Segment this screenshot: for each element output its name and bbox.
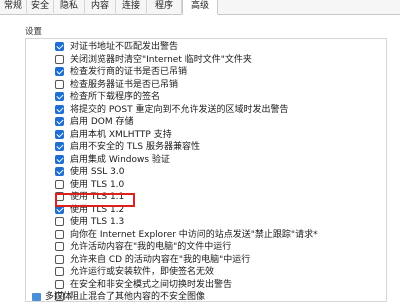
setting-item[interactable]: 启用不安全的 TLS 服务器兼容性 — [55, 141, 200, 153]
setting-item[interactable]: 向你在 Internet Explorer 中访问的站点发送"禁止跟踪"请求* — [55, 229, 318, 241]
setting-label: 启用本机 XMLHTTP 支持 — [70, 129, 172, 140]
checkbox-checked[interactable] — [55, 42, 64, 51]
setting-label: 启用不安全的 TLS 服务器兼容性 — [70, 142, 200, 152]
tab-bar: 常规 安全 隐私 内容 连接 程序 高级 — [0, 0, 400, 15]
checkbox-unchecked[interactable] — [55, 254, 64, 264]
folder-icon — [32, 292, 41, 301]
setting-label: 在安全和非安全模式之间切换时发出警告 — [70, 279, 233, 290]
setting-item[interactable]: 在安全和非安全模式之间切换时发出警告 — [55, 279, 233, 291]
checkbox-unchecked[interactable] — [55, 179, 64, 189]
setting-item[interactable]: 将提交的 POST 重定向到不允许发送的区域时发出警告 — [55, 104, 289, 116]
setting-label: 检查所下载程序的签名 — [70, 92, 161, 102]
settings-label: 设置 — [25, 27, 43, 37]
folder-label: 多媒体 — [45, 292, 73, 302]
tab-security[interactable]: 安全 — [27, 0, 54, 13]
checkbox-checked[interactable] — [55, 117, 64, 126]
checkbox-checked[interactable] — [55, 92, 64, 101]
setting-item[interactable]: 对证书地址不匹配发出警告 — [55, 41, 179, 53]
setting-item[interactable]: 允许活动内容在"我的电脑"的文件中运行 — [55, 241, 232, 253]
tab-general[interactable]: 常规 — [0, 0, 27, 13]
tab-advanced[interactable]: 高级 — [182, 0, 218, 15]
highlight-box — [55, 193, 135, 207]
setting-item[interactable]: 允许运行或安装软件，即使签名无效 — [55, 266, 215, 278]
setting-label: 允许来自 CD 的活动内容在"我的电脑"中运行 — [70, 254, 251, 265]
setting-label: 启用集成 Windows 验证 — [70, 154, 170, 165]
setting-label: 使用 TLS 1.0 — [70, 179, 125, 190]
setting-item[interactable]: 使用 TLS 1.3 — [55, 216, 125, 228]
checkbox-unchecked[interactable] — [55, 242, 64, 251]
setting-item[interactable]: 使用 SSL 3.0 — [55, 166, 125, 178]
setting-item[interactable]: 阻止混合了其他内容的不安全图像 — [55, 291, 206, 303]
setting-label: 关闭浏览器时清空"Internet 临时文件"文件夹 — [70, 54, 252, 65]
checkbox-checked[interactable] — [55, 167, 64, 176]
setting-item[interactable]: 检查发行商的证书是否已吊销 — [55, 66, 188, 78]
checkbox-unchecked[interactable] — [55, 267, 64, 276]
setting-label: 向你在 Internet Explorer 中访问的站点发送"禁止跟踪"请求* — [70, 229, 318, 240]
checkbox-checked[interactable] — [55, 154, 64, 164]
setting-item[interactable]: 启用本机 XMLHTTP 支持 — [55, 129, 172, 141]
checkbox-checked[interactable] — [55, 142, 64, 151]
setting-label: 使用 TLS 1.3 — [70, 217, 125, 227]
tab-content[interactable]: 内容 — [85, 0, 116, 13]
setting-item[interactable]: 允许来自 CD 的活动内容在"我的电脑"中运行 — [55, 254, 251, 266]
tab-privacy[interactable]: 隐私 — [54, 0, 85, 13]
setting-label: 检查服务器证书是否已吊销 — [70, 79, 179, 90]
checkbox-checked[interactable] — [55, 104, 64, 114]
tab-connections[interactable]: 连接 — [116, 0, 147, 13]
setting-item[interactable]: 使用 TLS 1.0 — [55, 179, 125, 191]
setting-item[interactable]: 检查服务器证书是否已吊销 — [55, 79, 179, 91]
setting-label: 使用 SSL 3.0 — [70, 167, 125, 177]
setting-item[interactable]: 启用集成 Windows 验证 — [55, 154, 170, 166]
setting-label: 对证书地址不匹配发出警告 — [70, 42, 179, 52]
setting-item[interactable]: 启用 DOM 存储 — [55, 116, 134, 128]
checkbox-unchecked[interactable] — [55, 279, 64, 289]
setting-item[interactable]: 检查所下载程序的签名 — [55, 91, 161, 103]
checkbox-unchecked[interactable] — [55, 217, 64, 226]
checkbox-unchecked[interactable] — [55, 79, 64, 89]
checkbox-checked[interactable] — [55, 129, 64, 139]
setting-label: 将提交的 POST 重定向到不允许发送的区域时发出警告 — [70, 104, 289, 115]
checkbox-unchecked[interactable] — [55, 54, 64, 64]
checkbox-checked[interactable] — [55, 67, 64, 76]
setting-item[interactable]: 关闭浏览器时清空"Internet 临时文件"文件夹 — [55, 54, 252, 66]
setting-label: 允许运行或安装软件，即使签名无效 — [70, 267, 215, 277]
checkbox-unchecked[interactable] — [55, 229, 64, 239]
folder-multimedia[interactable]: 多媒体 — [32, 292, 72, 302]
setting-label: 检查发行商的证书是否已吊销 — [70, 67, 188, 77]
tab-programs[interactable]: 程序 — [147, 0, 182, 13]
setting-label: 启用 DOM 存储 — [70, 117, 134, 127]
setting-label: 阻止混合了其他内容的不安全图像 — [70, 292, 206, 302]
setting-label: 允许活动内容在"我的电脑"的文件中运行 — [70, 242, 232, 252]
